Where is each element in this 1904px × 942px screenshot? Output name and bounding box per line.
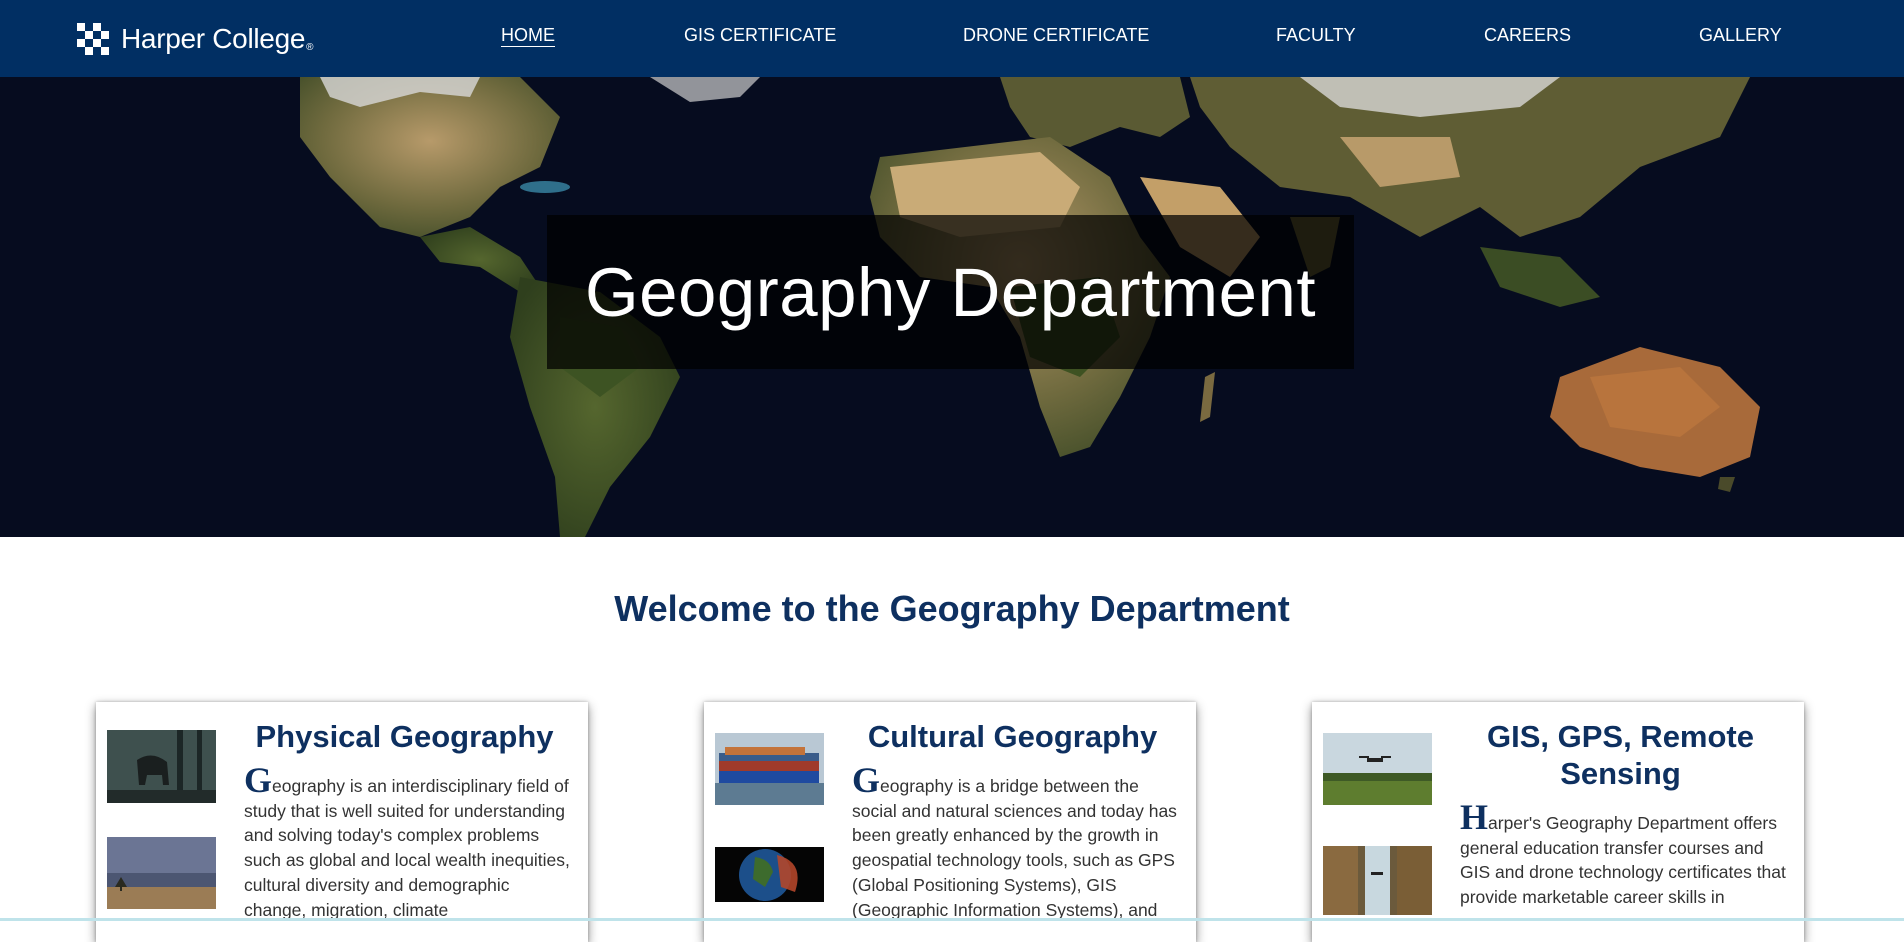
drone-field-image[interactable]: [1323, 733, 1432, 805]
registered-mark: ®: [306, 41, 314, 53]
nav-gallery[interactable]: GALLERY: [1699, 25, 1782, 46]
drop-cap: G: [244, 760, 273, 800]
card-text: Geography is a bridge between the social…: [852, 762, 1182, 922]
hero-title: Geography Department: [584, 253, 1317, 331]
hero-banner: Geography Department: [0, 77, 1904, 537]
elephant-forest-image[interactable]: [107, 730, 216, 803]
harper-logo-icon: [77, 23, 109, 55]
container-ship-image[interactable]: [715, 733, 824, 805]
nav-drone-certificate[interactable]: DRONE CERTIFICATE: [963, 25, 1149, 46]
nav-home[interactable]: HOME: [501, 25, 555, 46]
card-text: Harper's Geography Department offers gen…: [1460, 799, 1790, 910]
card-body-text: eography is a bridge between the social …: [852, 776, 1177, 920]
card-title: Physical Geography: [255, 719, 554, 754]
card-physical-geography: Physical Geography Geography is an inter…: [96, 702, 588, 942]
card-cultural-geography: Cultural Geography Geography is a bridge…: [704, 702, 1196, 942]
hero-title-box: Geography Department: [547, 215, 1354, 369]
card-body-text: eography is an interdisciplinary field o…: [244, 776, 570, 920]
drop-cap: G: [852, 760, 881, 800]
card-text: Geography is an interdisciplinary field …: [244, 762, 574, 922]
top-navigation: Harper College ® HOME GIS CERTIFICATE DRO…: [0, 0, 1904, 77]
earth-globe-image[interactable]: [715, 847, 824, 902]
nav-careers[interactable]: CAREERS: [1484, 25, 1571, 46]
drop-cap: H: [1460, 797, 1489, 837]
card-title: GIS, GPS, Remote Sensing: [1486, 719, 1754, 791]
brand-name: Harper College: [121, 23, 306, 54]
card-title: Cultural Geography: [867, 719, 1158, 754]
card-gis-gps-remote-sensing: GIS, GPS, Remote Sensing Harper's Geogra…: [1312, 702, 1804, 942]
welcome-heading: Welcome to the Geography Department: [614, 588, 1290, 629]
harper-college-logo[interactable]: Harper College ®: [77, 21, 314, 57]
storm-savanna-image[interactable]: [107, 837, 216, 909]
drone-waterfall-image[interactable]: [1323, 846, 1432, 915]
nav-gis-certificate[interactable]: GIS CERTIFICATE: [684, 25, 836, 46]
card-body-text: arper's Geography Department offers gene…: [1460, 813, 1786, 908]
nav-faculty[interactable]: FACULTY: [1276, 25, 1356, 46]
